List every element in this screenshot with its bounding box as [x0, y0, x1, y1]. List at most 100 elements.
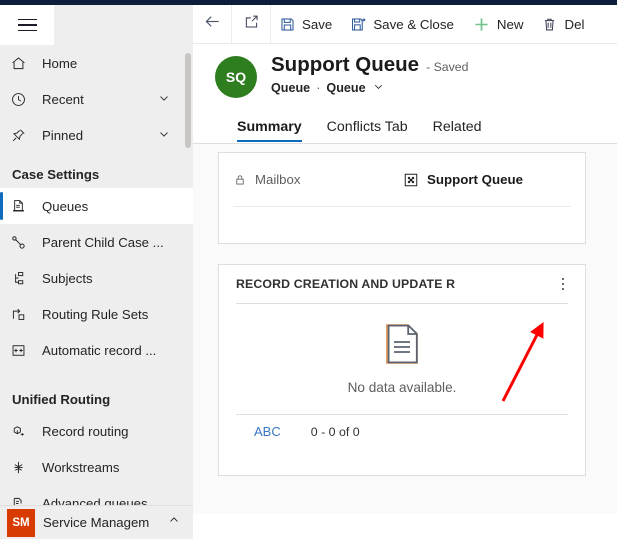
sidebar-item-recent[interactable]: Recent	[0, 81, 193, 117]
sidebar-item-record-routing[interactable]: Record routing	[0, 413, 193, 449]
chevron-down-icon[interactable]	[157, 127, 171, 144]
mailbox-field-value[interactable]: Support Queue	[403, 172, 523, 188]
chevron-down-icon[interactable]	[157, 91, 171, 108]
mailbox-field-label: Mailbox	[255, 172, 301, 187]
queue-entity-icon	[403, 172, 419, 188]
parent-child-icon	[10, 232, 36, 252]
form-tabs: Summary Conflicts Tab Related	[215, 110, 617, 143]
more-vertical-icon[interactable]	[554, 271, 572, 297]
mailbox-section: Mailbox Support Queue	[218, 152, 586, 244]
main-region: Save Save & Close New Del SQ Support Que…	[193, 5, 617, 539]
record-header: SQ Support Queue - Saved Queue · Queue S…	[193, 44, 617, 143]
queue-icon	[10, 196, 36, 216]
app-root: Home Recent Pinned Case Settings Queues …	[0, 0, 617, 539]
mailbox-field-left: Mailbox	[233, 172, 403, 187]
alpha-index-link[interactable]: ABC	[254, 424, 281, 439]
save-status: - Saved	[426, 60, 469, 74]
subgrid-empty-state: No data available.	[219, 304, 585, 414]
avatar: SQ	[215, 56, 257, 98]
home-icon	[10, 53, 36, 73]
app-switcher-label: Service Managem	[43, 515, 150, 530]
save-label: Save	[302, 16, 333, 32]
record-title-line: Support Queue - Saved	[271, 53, 468, 77]
sidebar-item-label: Record routing	[42, 423, 129, 439]
save-icon	[279, 16, 296, 33]
tab-label: Related	[432, 119, 482, 135]
save-and-close-button[interactable]: Save & Close	[342, 5, 464, 43]
clock-icon	[10, 89, 36, 109]
sidebar-item-parent-child-case[interactable]: Parent Child Case ...	[0, 224, 193, 260]
sidebar-item-automatic-record[interactable]: Automatic record ...	[0, 332, 193, 368]
save-and-close-label: Save & Close	[373, 16, 454, 32]
tab-summary[interactable]: Summary	[237, 119, 302, 143]
pin-icon	[10, 125, 36, 145]
new-button[interactable]: New	[464, 5, 534, 43]
app-badge: SM	[7, 508, 35, 537]
sidebar-item-label: Queues	[42, 198, 89, 214]
save-and-close-icon	[350, 16, 367, 33]
subgrid-title: RECORD CREATION AND UPDATE R	[236, 277, 456, 291]
breadcrumb-separator: ·	[316, 81, 321, 95]
site-map-toggle-button[interactable]	[0, 5, 54, 45]
save-button[interactable]: Save	[271, 5, 342, 43]
hamburger-icon	[17, 18, 37, 32]
entity-name: Queue	[271, 81, 311, 95]
tab-conflicts[interactable]: Conflicts Tab	[327, 119, 408, 142]
sidebar-scrollbar-thumb[interactable]	[185, 53, 191, 148]
document-empty-icon	[383, 323, 421, 370]
sidebar-item-queues[interactable]: Queues	[0, 188, 193, 224]
record-count-label: 0 - 0 of 0	[310, 424, 360, 439]
sidebar-nav-list[interactable]: Home Recent Pinned Case Settings Queues …	[0, 45, 193, 511]
subgrid-empty-text: No data available.	[347, 380, 457, 395]
sidebar-item-label: Home	[42, 55, 78, 71]
record-routing-icon	[10, 421, 36, 441]
sidebar-item-workstreams[interactable]: Workstreams	[0, 449, 193, 485]
tab-label: Summary	[237, 119, 302, 135]
sidebar-item-label: Subjects	[42, 270, 93, 286]
record-breadcrumb: Queue · Queue	[271, 80, 468, 96]
sidebar-item-label: Routing Rule Sets	[42, 306, 149, 322]
delete-label: Del	[564, 16, 585, 32]
sidebar: Home Recent Pinned Case Settings Queues …	[0, 5, 193, 539]
open-in-new-window-icon	[242, 12, 261, 36]
subgrid-header: RECORD CREATION AND UPDATE R	[219, 265, 585, 303]
workstreams-icon	[10, 457, 36, 477]
sidebar-item-label: Recent	[42, 91, 84, 107]
sidebar-item-pinned[interactable]: Pinned	[0, 117, 193, 153]
page-title: Support Queue	[271, 53, 420, 76]
command-bar: Save Save & Close New Del	[193, 5, 617, 44]
plus-icon	[472, 15, 491, 34]
tab-label: Conflicts Tab	[326, 119, 408, 135]
sidebar-group-case-settings: Case Settings	[12, 167, 100, 182]
automatic-record-icon	[10, 340, 36, 360]
sidebar-item-home[interactable]: Home	[0, 45, 193, 81]
routing-rule-icon	[10, 304, 36, 324]
form-name: Queue	[326, 81, 366, 95]
sidebar-item-label: Workstreams	[42, 459, 120, 475]
sidebar-item-subjects[interactable]: Subjects	[0, 260, 193, 296]
chevron-up-icon[interactable]	[167, 513, 181, 532]
new-label: New	[496, 16, 524, 32]
subjects-icon	[10, 268, 36, 288]
sidebar-item-routing-rule-sets[interactable]: Routing Rule Sets	[0, 296, 193, 332]
chevron-down-icon[interactable]	[372, 80, 385, 96]
back-arrow-icon	[202, 11, 223, 37]
delete-button[interactable]: Del	[533, 5, 594, 43]
form-body[interactable]: Mailbox Support Queue RECORD CREATION AN…	[193, 144, 617, 514]
sidebar-group-unified-routing: Unified Routing	[12, 392, 111, 407]
sidebar-item-label: Automatic record ...	[42, 342, 157, 358]
sidebar-item-label: Parent Child Case ...	[42, 234, 164, 250]
mailbox-value-label: Support Queue	[427, 172, 524, 187]
open-in-new-window-button[interactable]	[232, 5, 270, 43]
tab-related[interactable]: Related	[433, 119, 482, 142]
record-header-top: SQ Support Queue - Saved Queue · Queue	[215, 53, 617, 98]
trash-icon	[541, 16, 558, 33]
sidebar-item-label: Pinned	[42, 127, 84, 143]
app-switcher[interactable]: SM Service Managem	[0, 505, 193, 539]
mailbox-field-row[interactable]: Mailbox Support Queue	[233, 153, 571, 207]
record-creation-section: RECORD CREATION AND UPDATE R No data ava…	[218, 264, 586, 476]
back-button[interactable]	[193, 5, 231, 43]
record-header-text: Support Queue - Saved Queue · Queue	[271, 53, 468, 96]
subgrid-footer: ABC 0 - 0 of 0	[236, 414, 568, 448]
